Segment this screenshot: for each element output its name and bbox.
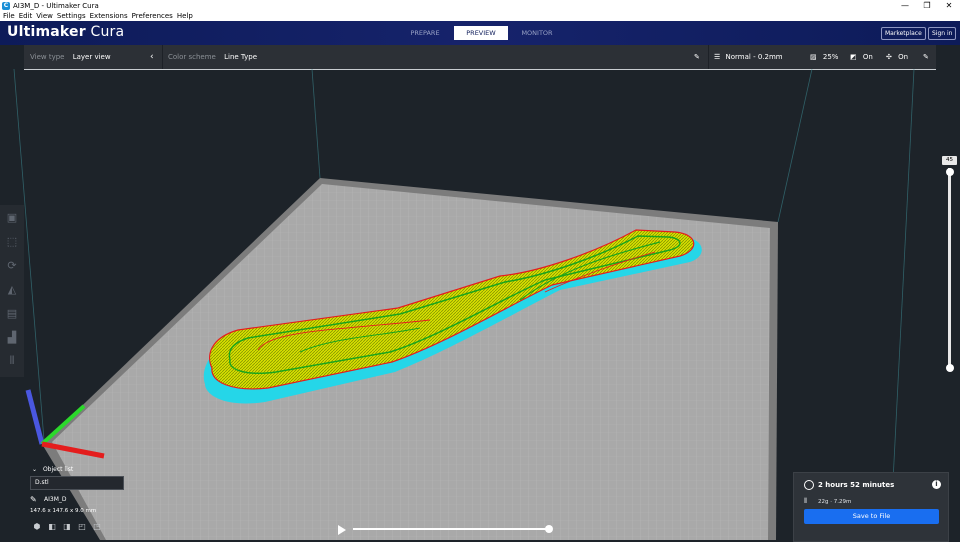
- 3d-view-icon[interactable]: ⬢: [30, 522, 44, 531]
- profile-value: Normal - 0.2mm: [725, 53, 783, 61]
- menu-bar: File Edit View Settings Extensions Prefe…: [0, 11, 960, 21]
- stage-tabs: PREPARE PREVIEW MONITOR: [398, 26, 566, 40]
- menu-extensions[interactable]: Extensions: [88, 12, 130, 20]
- color-scheme-selector[interactable]: Color scheme Line Type: [168, 45, 257, 69]
- chevron-down-icon: ⌄: [32, 466, 38, 473]
- camera-view-buttons: ⬢ ◧ ◨ ◰ ◳: [30, 522, 105, 531]
- app-header: Ultimaker Cura PREPARE PREVIEW MONITOR M…: [0, 21, 960, 45]
- move-tool-icon[interactable]: ▣: [0, 205, 24, 229]
- object-list-title: Object list: [42, 466, 74, 473]
- save-to-file-button[interactable]: Save to File: [804, 509, 939, 524]
- toolbar-divider: [162, 45, 163, 69]
- view-type-value: Layer view: [72, 53, 111, 61]
- tab-prepare[interactable]: PREPARE: [398, 26, 452, 40]
- menu-file[interactable]: File: [0, 12, 17, 20]
- color-scheme-label: Color scheme: [168, 53, 216, 61]
- support-icon: ◩: [850, 53, 857, 61]
- menu-edit[interactable]: Edit: [17, 12, 35, 20]
- layer-slider-track[interactable]: [945, 168, 954, 372]
- menu-preferences[interactable]: Preferences: [130, 12, 175, 20]
- print-info-panel: 2 hours 52 minutes i ⦀ 22g · 7.29m Save …: [793, 472, 949, 542]
- layer-slider-top-handle[interactable]: [945, 168, 954, 176]
- pencil-icon[interactable]: ✎: [694, 45, 700, 69]
- support-blocker-icon[interactable]: ▟: [0, 325, 24, 349]
- play-icon[interactable]: [338, 525, 346, 535]
- object-list-panel: ⌄ Object list D.stl ✎ AI3M_D 147.6 x 147…: [24, 460, 274, 540]
- per-model-settings-icon[interactable]: ▤: [0, 301, 24, 325]
- simulation-slider-track[interactable]: [353, 525, 553, 533]
- rotate-tool-icon[interactable]: ⟳: [0, 253, 24, 277]
- layer-slider-bottom-handle[interactable]: [945, 364, 954, 372]
- adhesion-value: On: [898, 53, 909, 61]
- left-view-icon[interactable]: ◰: [75, 522, 89, 531]
- pencil-icon[interactable]: ✎: [30, 495, 37, 504]
- mirror-tool-icon[interactable]: ◭: [0, 277, 24, 301]
- info-icon[interactable]: i: [932, 480, 941, 489]
- material-usage: 22g · 7.29m: [818, 499, 852, 505]
- window-titlebar: C AI3M_D - Ultimaker Cura — ❐ ✕: [0, 0, 960, 11]
- app-logo: Ultimaker Cura: [7, 24, 124, 40]
- support-setting[interactable]: ◩ On: [850, 45, 873, 69]
- chevron-left-icon[interactable]: ‹: [150, 45, 154, 69]
- object-name: AI3M_D: [44, 496, 67, 503]
- support-value: On: [862, 53, 873, 61]
- left-tool-panel: ▣ ⬚ ⟳ ◭ ▤ ▟ ⫴: [0, 205, 24, 377]
- adhesion-icon: ✣: [886, 53, 892, 61]
- view-type-selector[interactable]: View type Layer view: [30, 45, 111, 69]
- material-spool-icon: ⦀: [804, 497, 808, 505]
- cura-app-icon: C: [2, 1, 10, 10]
- minimize-button[interactable]: —: [894, 0, 916, 11]
- color-scheme-value: Line Type: [224, 53, 258, 61]
- logo-light: Cura: [90, 24, 125, 40]
- toolbar-divider: [708, 45, 709, 69]
- tab-monitor[interactable]: MONITOR: [510, 26, 564, 40]
- marketplace-button[interactable]: Marketplace: [881, 27, 926, 40]
- object-dimensions: 147.6 x 147.6 x 9.0 mm: [30, 508, 97, 514]
- infill-value: 25%: [822, 53, 839, 61]
- close-button[interactable]: ✕: [938, 0, 960, 11]
- profile-icon: ☰: [714, 53, 721, 61]
- clock-icon: [804, 480, 814, 490]
- maximize-button[interactable]: ❐: [916, 0, 938, 11]
- print-time: 2 hours 52 minutes: [818, 481, 895, 489]
- layer-number-badge: 45: [942, 156, 957, 165]
- preview-toolbar: View type Layer view ‹ Color scheme Line…: [24, 45, 936, 70]
- infill-icon: ▨: [810, 53, 817, 61]
- window-title: AI3M_D - Ultimaker Cura: [13, 1, 99, 10]
- print-settings-button[interactable]: ☰ Normal - 0.2mm: [714, 45, 783, 69]
- infill-setting[interactable]: ▨ 25%: [810, 45, 838, 69]
- tab-preview[interactable]: PREVIEW: [454, 26, 508, 40]
- menu-settings[interactable]: Settings: [55, 12, 88, 20]
- right-view-icon[interactable]: ◳: [90, 522, 104, 531]
- simulation-playback: [336, 522, 556, 536]
- tool-extra-icon[interactable]: ⫴: [0, 349, 24, 373]
- object-list-item[interactable]: D.stl: [30, 476, 124, 490]
- object-list-toggle[interactable]: ⌄ Object list: [32, 466, 73, 473]
- adhesion-setting[interactable]: ✣ On: [886, 45, 908, 69]
- sign-in-button[interactable]: Sign in: [928, 27, 957, 40]
- view-type-label: View type: [30, 53, 65, 61]
- logo-bold: Ultimaker: [7, 24, 86, 40]
- menu-view[interactable]: View: [34, 12, 55, 20]
- top-view-icon[interactable]: ◨: [60, 522, 74, 531]
- front-view-icon[interactable]: ◧: [45, 522, 59, 531]
- edit-settings-icon[interactable]: ✎: [923, 45, 929, 69]
- scale-tool-icon[interactable]: ⬚: [0, 229, 24, 253]
- simulation-slider-handle[interactable]: [545, 525, 553, 533]
- window-controls: — ❐ ✕: [894, 0, 960, 11]
- menu-help[interactable]: Help: [175, 12, 195, 20]
